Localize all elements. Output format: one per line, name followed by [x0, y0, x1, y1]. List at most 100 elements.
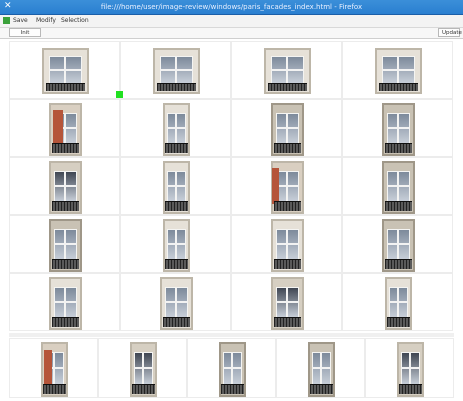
grid-cell[interactable] — [342, 99, 453, 157]
grid-cell[interactable] — [231, 215, 342, 273]
grid-cell[interactable] — [120, 273, 231, 331]
grid-cell[interactable] — [342, 215, 453, 273]
grid-cell[interactable] — [231, 157, 342, 215]
bottom-grid-cell[interactable] — [187, 338, 276, 398]
window-photo[interactable] — [271, 161, 304, 214]
window-photo[interactable] — [382, 161, 415, 214]
window-rail — [53, 184, 78, 187]
window-photo[interactable] — [130, 342, 157, 397]
app-icon[interactable]: ✕ — [4, 2, 13, 11]
window-rail — [275, 126, 300, 129]
iron-balcony — [221, 383, 244, 394]
window-photo[interactable] — [219, 342, 246, 397]
iron-balcony — [51, 201, 80, 211]
grid-cell[interactable] — [120, 157, 231, 215]
bottom-grid-cell[interactable] — [98, 338, 187, 398]
red-shutter — [52, 110, 63, 147]
window-photo[interactable] — [163, 103, 190, 156]
iron-balcony — [384, 201, 413, 211]
window-rail — [275, 300, 300, 303]
toolbar: Init Update — [0, 28, 463, 39]
window-rail — [386, 184, 411, 187]
window-rail — [311, 366, 332, 369]
selection-marker[interactable] — [116, 91, 123, 98]
window-photo[interactable] — [163, 161, 190, 214]
window-photo[interactable] — [308, 342, 335, 397]
iron-balcony — [165, 259, 188, 269]
bottom-grid-cell[interactable] — [9, 338, 98, 398]
grid-divider — [9, 333, 454, 337]
iron-balcony — [165, 143, 188, 153]
window-photo[interactable] — [271, 219, 304, 272]
grid-cell[interactable] — [9, 41, 120, 99]
window-photo[interactable] — [163, 219, 190, 272]
window-rail — [400, 366, 421, 369]
grid-cell[interactable] — [342, 273, 453, 331]
window-photo[interactable] — [271, 277, 304, 330]
window-photo[interactable] — [42, 48, 89, 94]
window-photo[interactable] — [382, 219, 415, 272]
menu-item-modify[interactable]: Modify — [36, 15, 56, 27]
window-photo[interactable] — [264, 48, 311, 94]
bottom-grid-cell[interactable] — [276, 338, 365, 398]
window-photo[interactable] — [153, 48, 200, 94]
window-rail — [166, 184, 187, 187]
window-photo[interactable] — [385, 277, 412, 330]
window-photo[interactable] — [382, 103, 415, 156]
update-button[interactable]: Update — [438, 28, 462, 37]
grid-cell[interactable] — [9, 99, 120, 157]
window-rail — [275, 242, 300, 245]
image-grid — [9, 39, 454, 333]
iron-balcony — [162, 317, 191, 327]
grid-cell[interactable] — [231, 99, 342, 157]
window-photo[interactable] — [49, 161, 82, 214]
window-rail — [270, 68, 305, 71]
window-photo[interactable] — [397, 342, 424, 397]
iron-balcony — [51, 259, 80, 269]
iron-balcony — [51, 317, 80, 327]
grid-cell[interactable] — [342, 157, 453, 215]
red-shutter — [44, 349, 53, 388]
grid-cell[interactable] — [9, 273, 120, 331]
grid-cell[interactable] — [120, 99, 231, 157]
iron-balcony — [165, 201, 188, 211]
iron-balcony — [273, 317, 302, 327]
menu-item-selection[interactable]: Selection — [61, 15, 89, 27]
window-rail — [53, 300, 78, 303]
iron-balcony — [384, 143, 413, 153]
grid-cell[interactable] — [231, 273, 342, 331]
iron-balcony — [43, 383, 66, 394]
grid-cell[interactable] — [120, 41, 231, 99]
iron-balcony — [45, 82, 86, 92]
window-photo[interactable] — [41, 342, 68, 397]
iron-balcony — [399, 383, 422, 394]
grid-cell[interactable] — [342, 41, 453, 99]
window-photo[interactable] — [160, 277, 193, 330]
iron-balcony — [378, 82, 419, 92]
grid-cell[interactable] — [9, 215, 120, 273]
window-photo[interactable] — [49, 103, 82, 156]
window-rail — [386, 242, 411, 245]
iron-balcony — [310, 383, 333, 394]
window-photo[interactable] — [49, 219, 82, 272]
iron-balcony — [273, 201, 302, 211]
window-photo[interactable] — [49, 277, 82, 330]
grid-cell[interactable] — [120, 215, 231, 273]
menu-item-save[interactable]: Save — [13, 15, 28, 27]
iron-balcony — [384, 259, 413, 269]
iron-balcony — [267, 82, 308, 92]
window-rail — [381, 68, 416, 71]
iron-balcony — [387, 317, 410, 327]
iron-balcony — [156, 82, 197, 92]
window-rail — [166, 242, 187, 245]
window-rail — [48, 68, 83, 71]
grid-cell[interactable] — [231, 41, 342, 99]
window-photo[interactable] — [271, 103, 304, 156]
red-shutter — [271, 168, 279, 205]
iron-balcony — [51, 143, 80, 153]
window-photo[interactable] — [375, 48, 422, 94]
grid-cell[interactable] — [9, 157, 120, 215]
init-button[interactable]: Init — [9, 28, 41, 37]
bottom-grid-cell[interactable] — [365, 338, 454, 398]
window-title: file:///home/user/image-review/windows/p… — [100, 3, 363, 11]
